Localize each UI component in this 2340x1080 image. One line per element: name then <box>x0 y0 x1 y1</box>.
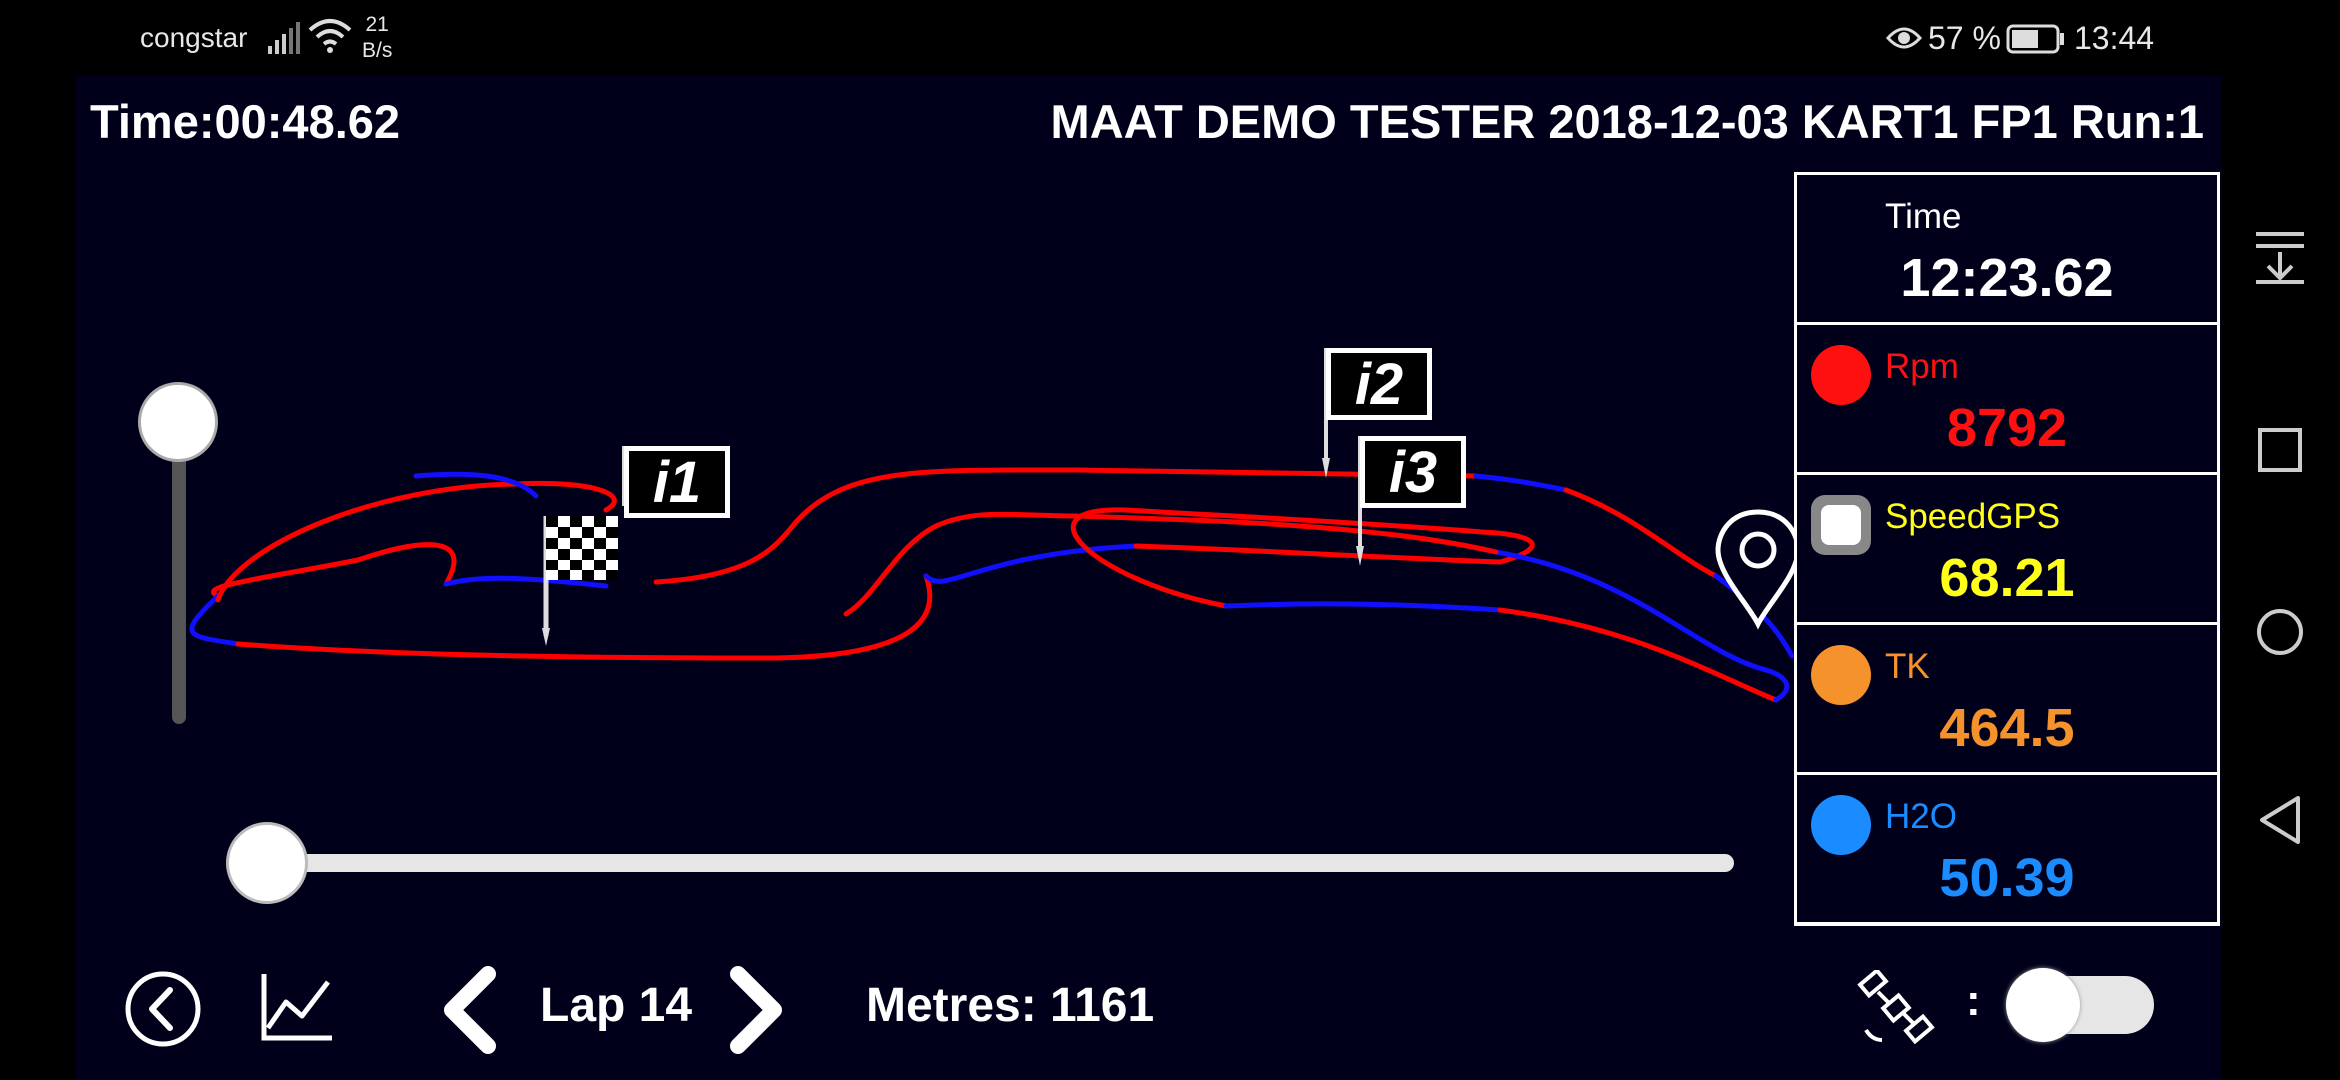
telemetry-label: SpeedGPS <box>1885 497 2061 536</box>
channel-color-dot <box>1811 795 1871 855</box>
metres-label: Metres: 1161 <box>866 979 1155 1032</box>
telemetry-label: H2O <box>1885 797 1957 836</box>
telemetry-cell-speedgps[interactable]: SpeedGPS 68.21 <box>1797 475 2217 625</box>
track-segment <box>189 593 241 647</box>
track-map-screen: Time:00:48.62 MAAT DEMO TESTER 2018-12-0… <box>76 76 2222 1080</box>
circle-back-icon[interactable] <box>124 970 202 1048</box>
zoom-slider-track[interactable] <box>172 424 186 724</box>
telemetry-label: Rpm <box>1885 347 1959 386</box>
location-pin-icon <box>1715 509 1796 630</box>
telemetry-panel: Time 12:23.62 Rpm 8792 SpeedGPS 68.21 TK 464.5 H… <box>1794 172 2220 926</box>
marker-i3-label: i3 <box>1389 440 1437 505</box>
track-segment <box>1223 601 1503 613</box>
track-mid-blue <box>1473 473 1569 493</box>
track-segment <box>235 641 779 661</box>
position-slider-thumb[interactable] <box>226 822 308 904</box>
marker-i1-label: i1 <box>653 450 701 515</box>
satellite-icon <box>1857 970 1935 1045</box>
battery-icon <box>2006 24 2064 54</box>
track-segment <box>1497 607 1779 703</box>
net-speed-value: 21 <box>365 13 389 36</box>
wifi-icon <box>308 19 352 53</box>
lap-label: Lap 14 <box>540 979 693 1032</box>
network-speed: 21 B/s <box>362 12 392 64</box>
telemetry-cell-h2o[interactable]: H2O 50.39 <box>1797 775 2217 925</box>
clock: 13:44 <box>2074 20 2155 56</box>
line-chart-icon[interactable] <box>260 972 334 1042</box>
battery-percent: 57 % <box>1928 20 2001 56</box>
telemetry-cell-tk[interactable]: TK 464.5 <box>1797 625 2217 775</box>
track-map[interactable]: i1 i2 i3 <box>76 76 1796 836</box>
status-bar: congstar 21 B/s 57 % 13:44 <box>0 0 2340 76</box>
chevron-left-icon[interactable] <box>436 962 502 1058</box>
telemetry-value: 12:23.62 <box>1900 248 2114 308</box>
telemetry-label: Time <box>1885 197 1962 236</box>
back-nav-icon[interactable] <box>2248 790 2312 850</box>
telemetry-label: TK <box>1885 647 1930 686</box>
marker-i3: i3 <box>1356 436 1466 566</box>
channel-color-dot <box>1811 345 1871 405</box>
gps-toggle[interactable] <box>2006 968 2154 1042</box>
telemetry-cell-time[interactable]: Time 12:23.62 <box>1797 175 2217 325</box>
telemetry-value: 464.5 <box>1939 698 2075 758</box>
position-slider-track[interactable] <box>256 854 1734 872</box>
gps-toggle-knob[interactable] <box>2006 968 2080 1042</box>
cell-signal-icon <box>268 22 300 54</box>
eye-comfort-icon <box>1886 27 1922 49</box>
system-nav-bar <box>2222 0 2340 1080</box>
carrier-name: congstar <box>140 22 248 53</box>
channel-color-dot <box>1811 645 1871 705</box>
notification-pulldown-icon[interactable] <box>2248 228 2312 284</box>
marker-i1: i1 <box>622 446 730 518</box>
telemetry-cell-rpm[interactable]: Rpm 8792 <box>1797 325 2217 475</box>
toggle-separator: : <box>1966 976 1981 1025</box>
track-segment <box>210 557 361 599</box>
net-speed-unit: B/s <box>362 39 393 62</box>
telemetry-value: 68.21 <box>1939 548 2075 608</box>
home-icon[interactable] <box>2248 602 2312 662</box>
recent-apps-icon[interactable] <box>2248 420 2312 480</box>
track-segment <box>1133 543 1503 565</box>
channel-checkbox[interactable] <box>1811 495 1871 555</box>
track-segment <box>843 511 1079 617</box>
telemetry-value: 50.39 <box>1939 848 2075 908</box>
marker-i2-label: i2 <box>1355 352 1403 417</box>
track-mid-red <box>1563 487 1719 579</box>
chevron-right-icon[interactable] <box>724 962 790 1058</box>
telemetry-value: 8792 <box>1946 398 2068 458</box>
track-segment <box>355 542 457 587</box>
zoom-slider-thumb[interactable] <box>138 382 218 462</box>
track-mid <box>653 467 1479 585</box>
track-segment <box>773 573 933 661</box>
